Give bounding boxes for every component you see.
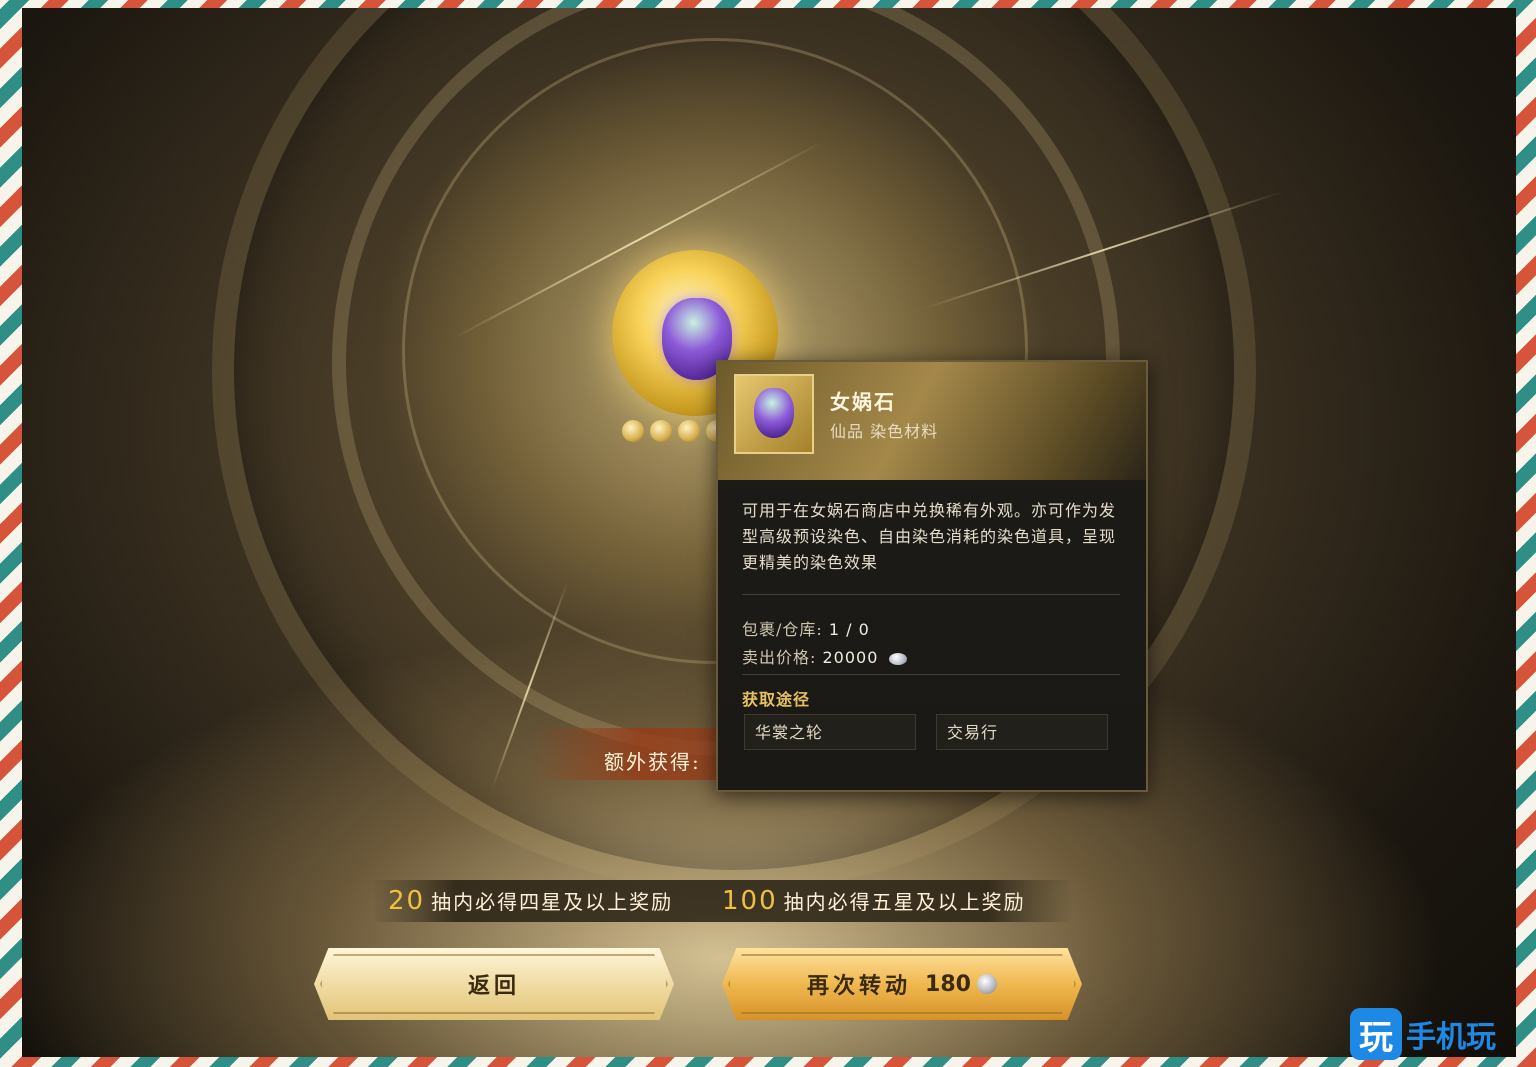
spin-again-label: 再次转动 — [807, 973, 912, 999]
extra-reward-label: 额外获得: — [604, 750, 701, 774]
silver-coin-icon — [888, 652, 907, 665]
source-button-auction-house[interactable]: 交易行 — [936, 714, 1108, 750]
guarantee-four-star-count: 20 — [388, 886, 426, 916]
divider — [742, 594, 1120, 595]
watermark-text: 手机玩 — [1406, 1020, 1496, 1055]
price-label: 卖出价格: — [742, 648, 817, 667]
item-description: 可用于在女娲石商店中兑换稀有外观。亦可作为发型高级预设染色、自由染色消耗的染色道… — [742, 501, 1117, 572]
guarantee-five-star: 100 抽内必得五星及以上奖励 — [722, 886, 1026, 916]
guarantee-four-star-text: 抽内必得四星及以上奖励 — [431, 890, 674, 914]
site-watermark: 玩 手机玩 — [1350, 1008, 1496, 1060]
back-button-label: 返回 — [467, 973, 520, 999]
price-row: 卖出价格: 20000 — [742, 644, 907, 668]
game-scene: 额外获得: 4 女娲石 仙品 染色材料 可用于在女娲石商店中兑换稀有外观。亦可作… — [22, 8, 1516, 1057]
guarantee-four-star: 20 抽内必得四星及以上奖励 — [388, 886, 673, 916]
watermark-logo: 玩 — [1350, 1008, 1402, 1060]
price-value: 20000 — [822, 648, 879, 667]
item-icon-frame — [734, 374, 814, 454]
inventory-row: 包裹/仓库: 1 / 0 — [742, 616, 870, 640]
sources-title: 获取途径 — [742, 690, 811, 709]
divider — [742, 674, 1120, 675]
inventory-value: 1 / 0 — [828, 620, 870, 639]
item-subtitle: 仙品 染色材料 — [830, 422, 939, 441]
star-rating — [622, 420, 728, 442]
guarantee-five-star-text: 抽内必得五星及以上奖励 — [783, 890, 1026, 914]
silver-coin-icon — [976, 974, 997, 994]
spin-again-button[interactable]: 再次转动 180 — [722, 948, 1082, 1020]
star-icon — [650, 420, 672, 442]
back-button[interactable]: 返回 — [314, 948, 674, 1020]
spin-cost: 180 — [925, 971, 971, 997]
inventory-label: 包裹/仓库: — [742, 620, 823, 639]
guarantee-five-star-count: 100 — [722, 886, 778, 916]
star-icon — [678, 420, 700, 442]
item-name: 女娲石 — [830, 390, 896, 414]
nuwa-stone-icon — [754, 388, 794, 438]
star-icon — [622, 420, 644, 442]
source-button-huashang-wheel[interactable]: 华裳之轮 — [744, 714, 916, 750]
item-tooltip: 女娲石 仙品 染色材料 可用于在女娲石商店中兑换稀有外观。亦可作为发型高级预设染… — [716, 360, 1148, 792]
